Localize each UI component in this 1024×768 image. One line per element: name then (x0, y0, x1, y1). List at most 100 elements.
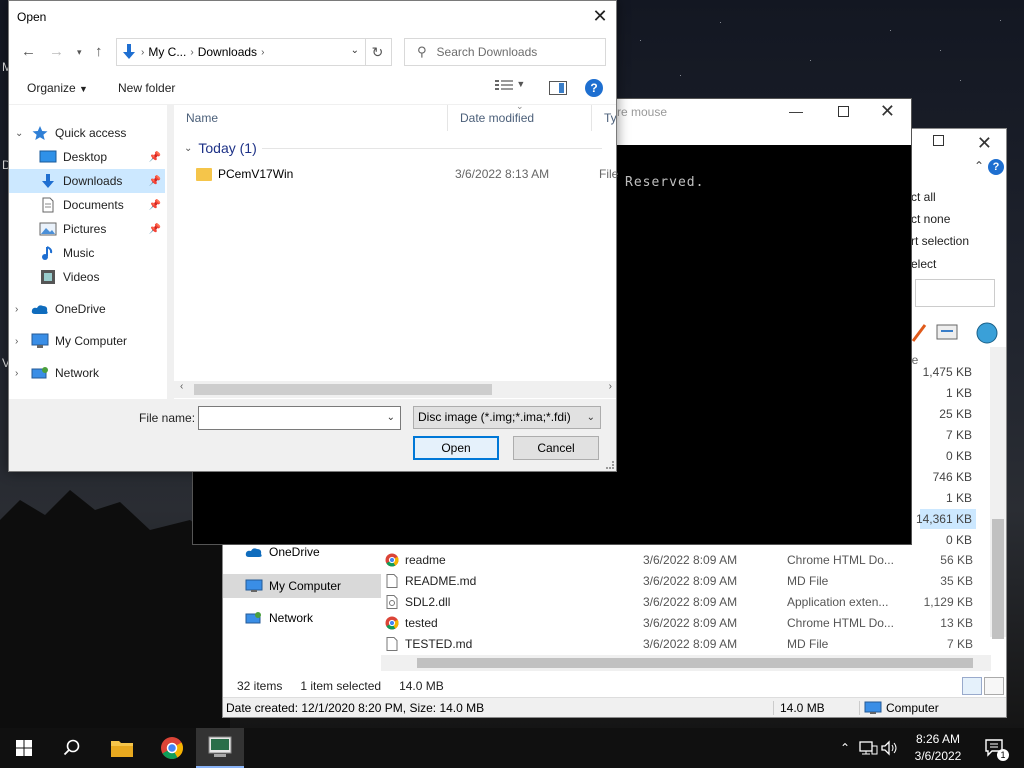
ribbon-collapse-icon[interactable]: ⌃ (974, 159, 984, 173)
address-bar[interactable]: › My C... › Downloads › ⌄ (116, 38, 366, 66)
sidebar-item-onedrive[interactable]: › OneDrive (9, 297, 165, 321)
table-row[interactable]: tested 3/6/2022 8:09 AM Chrome HTML Do..… (381, 612, 991, 633)
scroll-left-icon[interactable]: ‹ (180, 381, 183, 392)
open-button[interactable]: Open (413, 436, 499, 460)
preview-pane-icon[interactable] (549, 81, 567, 95)
pin-icon[interactable]: 📌 (149, 200, 161, 211)
table-row[interactable]: TESTED.md 3/6/2022 8:09 AM MD File 7 KB (381, 633, 991, 654)
dialog-titlebar: Open ✕ (9, 1, 616, 33)
sidebar-item-documents[interactable]: Documents 📌 (9, 193, 165, 217)
sidebar-item-my-computer[interactable]: › My Computer (9, 329, 165, 353)
help-icon[interactable]: ? (585, 79, 603, 97)
large-icons-view-button[interactable] (984, 677, 1004, 695)
taskbar-chrome[interactable] (148, 728, 196, 768)
breadcrumb-my-computer[interactable]: My C... (148, 45, 186, 59)
nav-item-my-computer[interactable]: My Computer (223, 574, 381, 598)
nav-item-network[interactable]: Network (223, 606, 381, 630)
close-button[interactable]: ✕ (590, 5, 610, 27)
file-name: SDL2.dll (405, 594, 451, 609)
pin-icon[interactable]: 📌 (149, 224, 161, 235)
horizontal-scrollbar[interactable]: ‹ › (174, 381, 616, 398)
maximize-button[interactable] (933, 135, 944, 146)
taskbar-pcem[interactable] (196, 728, 244, 768)
details-view-icon (495, 80, 513, 90)
file-type: File fo (599, 167, 619, 181)
clock-date: 3/6/2022 (914, 749, 962, 763)
volume-icon[interactable] (880, 740, 900, 756)
table-row[interactable]: readme 3/6/2022 8:09 AM Chrome HTML Do..… (381, 549, 991, 570)
search-button[interactable] (48, 728, 96, 768)
cancel-button[interactable]: Cancel (513, 436, 599, 460)
resize-grip-icon[interactable] (606, 461, 614, 469)
file-name: TESTED.md (405, 636, 473, 651)
chevron-down-icon[interactable]: ⌄ (15, 128, 25, 139)
sidebar-item-music[interactable]: Music (9, 241, 165, 265)
file-date: 3/6/2022 8:09 AM (643, 552, 738, 567)
group-header-today[interactable]: ⌄ Today (1) (174, 135, 602, 161)
sidebar-item-videos[interactable]: Videos (9, 265, 165, 289)
breadcrumb-downloads[interactable]: Downloads (198, 45, 257, 59)
recent-locations-chevron-icon[interactable]: ▾ (77, 47, 82, 58)
select-command[interactable]: elect (911, 257, 936, 271)
command-bar: Organize ▼ New folder ▼ ? (9, 71, 616, 105)
close-button[interactable]: ✕ (977, 133, 992, 154)
select-none-command[interactable]: ct none (911, 212, 950, 226)
maximize-button[interactable] (838, 106, 849, 117)
list-item[interactable]: PCemV17Win 3/6/2022 8:13 AM File fo (174, 163, 619, 185)
file-name-input[interactable] (199, 407, 379, 429)
start-button[interactable] (0, 728, 48, 768)
chevron-down-icon[interactable]: ⌄ (351, 45, 359, 56)
file-date: 3/6/2022 8:13 AM (455, 167, 550, 181)
table-row[interactable]: SDL2.dll 3/6/2022 8:09 AM Application ex… (381, 591, 991, 612)
refresh-button[interactable]: ↻ (364, 38, 392, 66)
chevron-right-icon[interactable]: › (15, 336, 25, 347)
picture-icon (39, 222, 57, 236)
invert-selection-command[interactable]: rt selection (911, 234, 969, 248)
close-button[interactable]: ✕ (880, 101, 895, 122)
notification-center[interactable]: 1 (980, 728, 1010, 768)
chevron-down-icon[interactable]: ⌄ (184, 143, 192, 154)
search-input[interactable] (436, 45, 597, 59)
search-field[interactable]: ⚲ (404, 38, 606, 66)
back-arrow-icon[interactable]: ← (21, 43, 36, 60)
column-header-type[interactable]: Type (592, 105, 616, 131)
chevron-down-icon[interactable]: ⌄ (387, 412, 395, 423)
forward-arrow-icon[interactable]: → (49, 43, 64, 60)
details-view-button[interactable] (962, 677, 982, 695)
file-date: 3/6/2022 8:09 AM (643, 615, 738, 630)
column-header-name[interactable]: Name (174, 105, 448, 131)
sidebar-item-desktop[interactable]: Desktop 📌 (9, 145, 165, 169)
network-icon[interactable] (858, 740, 878, 756)
chevron-up-icon[interactable]: ⌃ (836, 741, 854, 755)
clock[interactable]: 8:26 AM 3/6/2022 (908, 731, 968, 765)
new-folder-button[interactable]: New folder (118, 81, 175, 95)
change-view-button[interactable]: ▼ (495, 79, 531, 97)
search-box[interactable] (915, 279, 995, 307)
minimize-button[interactable]: — (789, 103, 803, 119)
taskbar-file-explorer[interactable] (98, 728, 146, 768)
organize-button[interactable]: Organize ▼ (27, 81, 88, 95)
sidebar-item-network[interactable]: › Network (9, 361, 165, 385)
scrollbar-thumb[interactable] (992, 519, 1004, 639)
sidebar-item-downloads[interactable]: Downloads 📌 (9, 169, 165, 193)
scrollbar-thumb[interactable] (194, 384, 492, 395)
nav-item-label: My Computer (269, 579, 342, 593)
scroll-right-icon[interactable]: › (609, 381, 612, 392)
table-row[interactable]: README.md 3/6/2022 8:09 AM MD File 35 KB (381, 570, 991, 591)
chevron-right-icon[interactable]: › (15, 304, 25, 315)
file-type-filter[interactable]: Disc image (*.img;*.ima;*.fdi) ⌄ (413, 406, 601, 429)
breadcrumb-separator-icon: › (190, 46, 194, 58)
up-arrow-icon[interactable]: ↑ (95, 43, 103, 60)
sidebar-item-quick-access[interactable]: ⌄ Quick access (9, 121, 165, 145)
chevron-right-icon[interactable]: › (15, 368, 25, 379)
select-all-command[interactable]: ct all (911, 190, 936, 204)
pin-icon[interactable]: 📌 (149, 176, 161, 187)
scrollbar-thumb[interactable] (417, 658, 973, 668)
file-date: 3/6/2022 8:09 AM (643, 636, 738, 651)
sidebar-item-pictures[interactable]: Pictures 📌 (9, 217, 165, 241)
help-icon[interactable]: ? (988, 159, 1004, 175)
star (810, 60, 811, 61)
file-name-combobox[interactable]: ⌄ (198, 406, 401, 430)
horizontal-scrollbar[interactable] (381, 655, 991, 671)
pin-icon[interactable]: 📌 (149, 152, 161, 163)
